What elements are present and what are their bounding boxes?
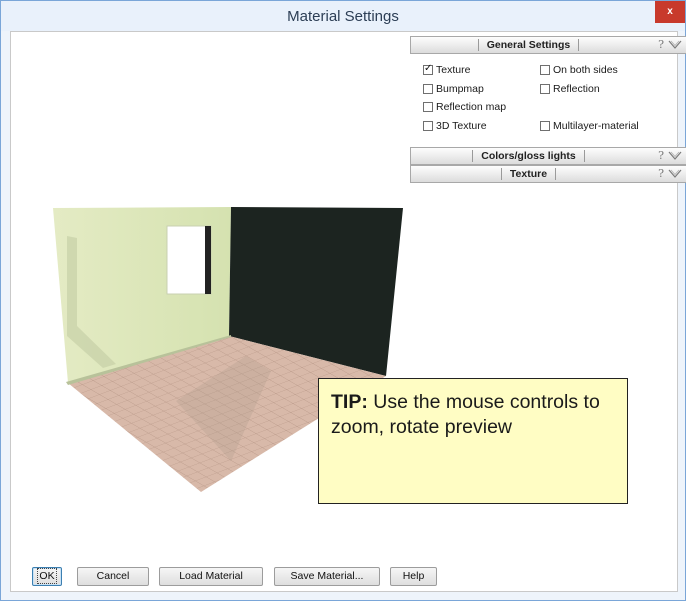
load-material-button[interactable]: Load Material — [159, 567, 263, 586]
reflection-map-option[interactable]: Reflection map — [423, 101, 506, 113]
bumpmap-option[interactable]: Bumpmap — [423, 83, 484, 95]
bumpmap-label: Bumpmap — [436, 83, 484, 95]
colors-gloss-label: Colors/gloss lights — [472, 150, 585, 162]
texture-panel-label: Texture — [500, 168, 557, 180]
texture-checkbox[interactable] — [423, 63, 433, 75]
ok-button[interactable]: OK — [32, 567, 62, 586]
bumpmap-checkbox[interactable] — [423, 84, 433, 94]
multilayer-checkbox[interactable] — [540, 121, 550, 131]
reflection-checkbox[interactable] — [540, 84, 550, 94]
on-both-sides-label: On both sides — [553, 64, 618, 76]
window-frame — [205, 226, 211, 294]
help-icon[interactable]: ? — [658, 167, 664, 180]
on-both-sides-option[interactable]: On both sides — [540, 64, 618, 76]
on-both-sides-checkbox[interactable] — [540, 65, 550, 75]
reflection-map-checkbox[interactable] — [423, 102, 433, 112]
texture-label: Texture — [436, 64, 471, 76]
multilayer-label: Multilayer-material — [553, 120, 639, 132]
collapse-chevron-icon[interactable] — [668, 150, 682, 162]
help-icon[interactable]: ? — [658, 38, 664, 51]
tip-prefix: TIP: — [331, 391, 368, 413]
general-settings-header[interactable]: General Settings ? — [410, 36, 686, 54]
window-title: Material Settings — [287, 8, 399, 25]
close-button[interactable]: x — [655, 1, 685, 23]
texture-panel-header[interactable]: Texture ? — [410, 165, 686, 183]
cancel-button[interactable]: Cancel — [77, 567, 149, 586]
general-settings-label: General Settings — [477, 39, 580, 51]
texture-option[interactable]: Texture — [423, 63, 471, 76]
wall-window — [166, 225, 212, 295]
tip-box: TIP: Use the mouse controls to zoom, rot… — [318, 378, 628, 504]
title-bar[interactable]: Material Settings x — [1, 1, 685, 31]
collapse-chevron-icon[interactable] — [668, 39, 682, 51]
3d-texture-option[interactable]: 3D Texture — [423, 120, 487, 132]
3d-texture-label: 3D Texture — [436, 120, 487, 132]
help-icon[interactable]: ? — [658, 149, 664, 162]
multilayer-option[interactable]: Multilayer-material — [540, 120, 639, 132]
tip-text: Use the mouse controls to zoom, rotate p… — [331, 391, 600, 438]
colors-gloss-header[interactable]: Colors/gloss lights ? — [410, 147, 686, 165]
reflection-label: Reflection — [553, 83, 600, 95]
3d-texture-checkbox[interactable] — [423, 121, 433, 131]
material-settings-window: Material Settings x General Settings ? T… — [0, 0, 686, 601]
reflection-map-label: Reflection map — [436, 101, 507, 113]
collapse-chevron-icon[interactable] — [668, 168, 682, 180]
help-button[interactable]: Help — [390, 567, 437, 586]
reflection-option[interactable]: Reflection — [540, 83, 600, 95]
save-material-button[interactable]: Save Material... — [274, 567, 380, 586]
